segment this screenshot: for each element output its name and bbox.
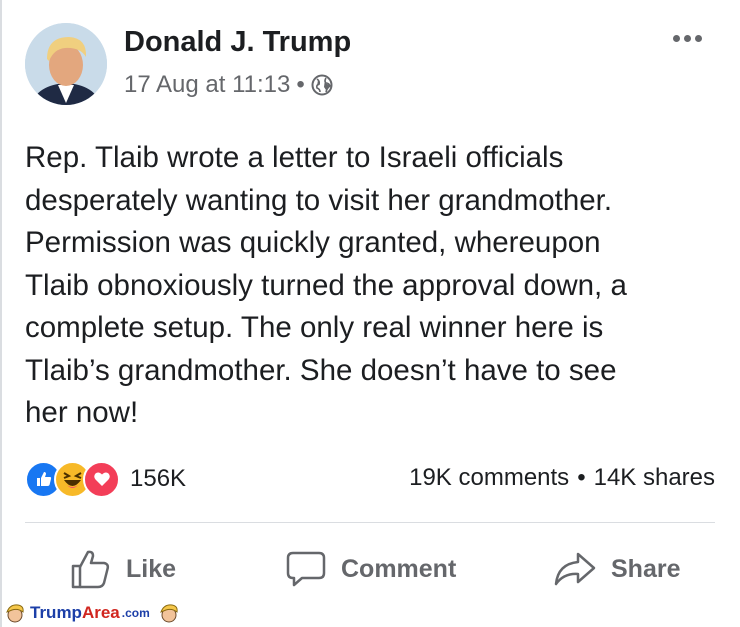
more-dot: [694, 34, 702, 42]
more-dot: [683, 34, 691, 42]
like-button[interactable]: Like: [70, 546, 176, 592]
comment-bubble-icon: [286, 551, 326, 587]
cartoon-head-icon: [6, 604, 24, 623]
thumbs-up-icon: [71, 550, 110, 589]
reaction-count: 156K: [130, 465, 187, 492]
watermark-com: .com: [121, 606, 150, 620]
comments-count[interactable]: 19K comments: [409, 464, 569, 492]
more-dot: [672, 34, 680, 42]
engagement-stats: 19K comments • 14K shares: [409, 464, 715, 492]
action-divider: [25, 522, 715, 523]
share-button[interactable]: Share: [553, 546, 680, 592]
share-arrow-icon: [554, 552, 596, 586]
share-label: Share: [611, 554, 681, 583]
left-border: [0, 0, 2, 627]
post-text: Rep. Tlaib wrote a letter to Israeli off…: [25, 141, 627, 429]
comment-label: Comment: [341, 554, 457, 583]
love-reaction-icon: [83, 460, 120, 498]
author-name[interactable]: Donald J. Trump: [124, 26, 351, 59]
post-meta: 17 Aug at 11:13 •: [124, 71, 333, 99]
stats-separator: •: [577, 464, 586, 491]
avatar[interactable]: [25, 23, 107, 105]
watermark: Trump Area .com: [4, 600, 180, 626]
watermark-area: Area: [81, 603, 120, 622]
reactions-summary[interactable]: 156K: [25, 460, 187, 498]
shares-count[interactable]: 14K shares: [594, 464, 715, 492]
globe-icon: [311, 74, 333, 96]
profile-photo: [25, 23, 107, 105]
post-timestamp[interactable]: 17 Aug at 11:13: [124, 71, 290, 99]
watermark-trump: Trump: [30, 603, 82, 622]
like-label: Like: [126, 554, 177, 583]
cartoon-head-icon: [159, 604, 178, 623]
comment-button[interactable]: Comment: [285, 546, 456, 592]
more-options-button[interactable]: [667, 25, 707, 51]
meta-separator: •: [296, 71, 305, 98]
